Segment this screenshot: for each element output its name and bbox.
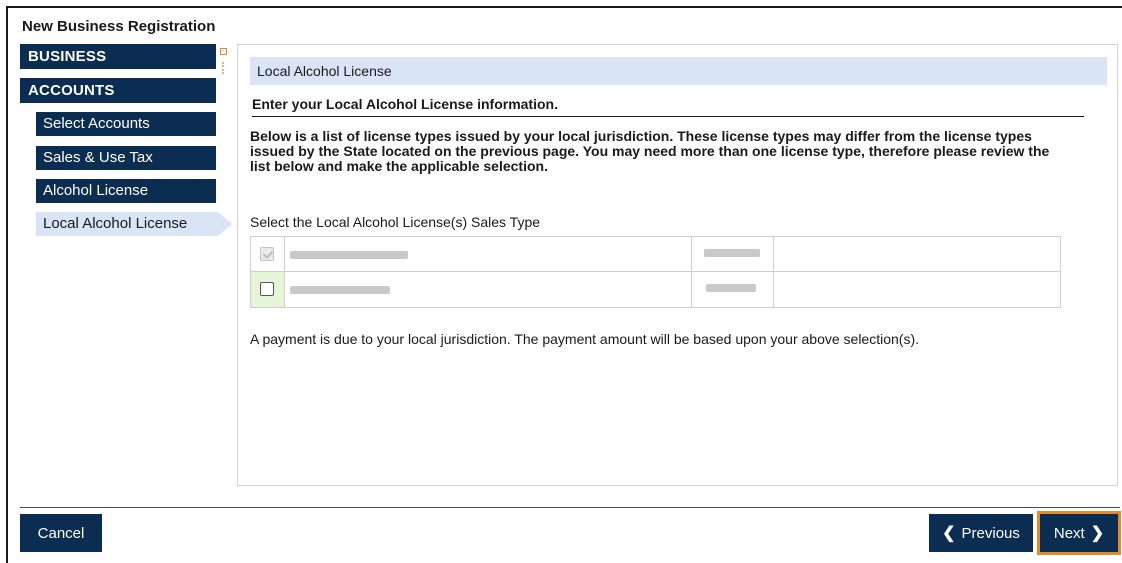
sidebar-item-sales-use-tax[interactable]: Sales & Use Tax: [36, 146, 216, 170]
redacted-text: [706, 284, 756, 292]
subheading: Enter your Local Alcohol License informa…: [252, 96, 1084, 117]
redacted-text: [290, 251, 408, 259]
sidebar-item-select-accounts[interactable]: Select Accounts: [36, 112, 216, 136]
section-header: Local Alcohol License: [250, 57, 1107, 85]
previous-button[interactable]: ❮ Previous: [929, 514, 1033, 552]
license-checkbox[interactable]: [260, 282, 274, 296]
license-fee-cell: [692, 272, 774, 307]
table-row: [251, 237, 1060, 272]
collapse-icon[interactable]: -: [220, 48, 227, 55]
instructions-text: Below is a list of license types issued …: [250, 128, 1050, 174]
chevron-left-icon: ❮: [942, 525, 956, 542]
license-fee-cell: [692, 237, 774, 271]
payment-note: A payment is due to your local jurisdict…: [250, 331, 919, 347]
content-panel: Local Alcohol License Enter your Local A…: [237, 44, 1118, 486]
license-checkbox[interactable]: [260, 247, 274, 261]
footer-divider: [20, 507, 1120, 508]
cancel-label: Cancel: [37, 524, 85, 542]
checkbox-cell: [251, 272, 285, 307]
checkbox-cell: [251, 237, 285, 271]
redacted-text: [704, 249, 760, 257]
license-name-cell: [285, 272, 692, 307]
license-name-cell: [285, 237, 692, 271]
select-label: Select the Local Alcohol License(s) Sale…: [250, 214, 541, 230]
chevron-right-icon: ❯: [1090, 525, 1105, 542]
license-table: [250, 236, 1061, 308]
next-label: Next: [1053, 524, 1085, 542]
sidebar-item-alcohol-license[interactable]: Alcohol License: [36, 179, 216, 203]
redacted-text: [290, 286, 390, 294]
next-button[interactable]: Next ❯: [1037, 511, 1121, 555]
table-row: [251, 272, 1060, 307]
page-title: New Business Registration: [22, 18, 216, 35]
splitter-handle[interactable]: [222, 62, 226, 74]
cancel-button[interactable]: Cancel: [20, 514, 102, 552]
sidebar-section-business[interactable]: BUSINESS: [20, 44, 216, 69]
sidebar-section-accounts[interactable]: ACCOUNTS: [20, 78, 216, 103]
sidebar-item-local-alcohol-license[interactable]: Local Alcohol License: [36, 212, 232, 236]
previous-label: Previous: [961, 524, 1020, 542]
